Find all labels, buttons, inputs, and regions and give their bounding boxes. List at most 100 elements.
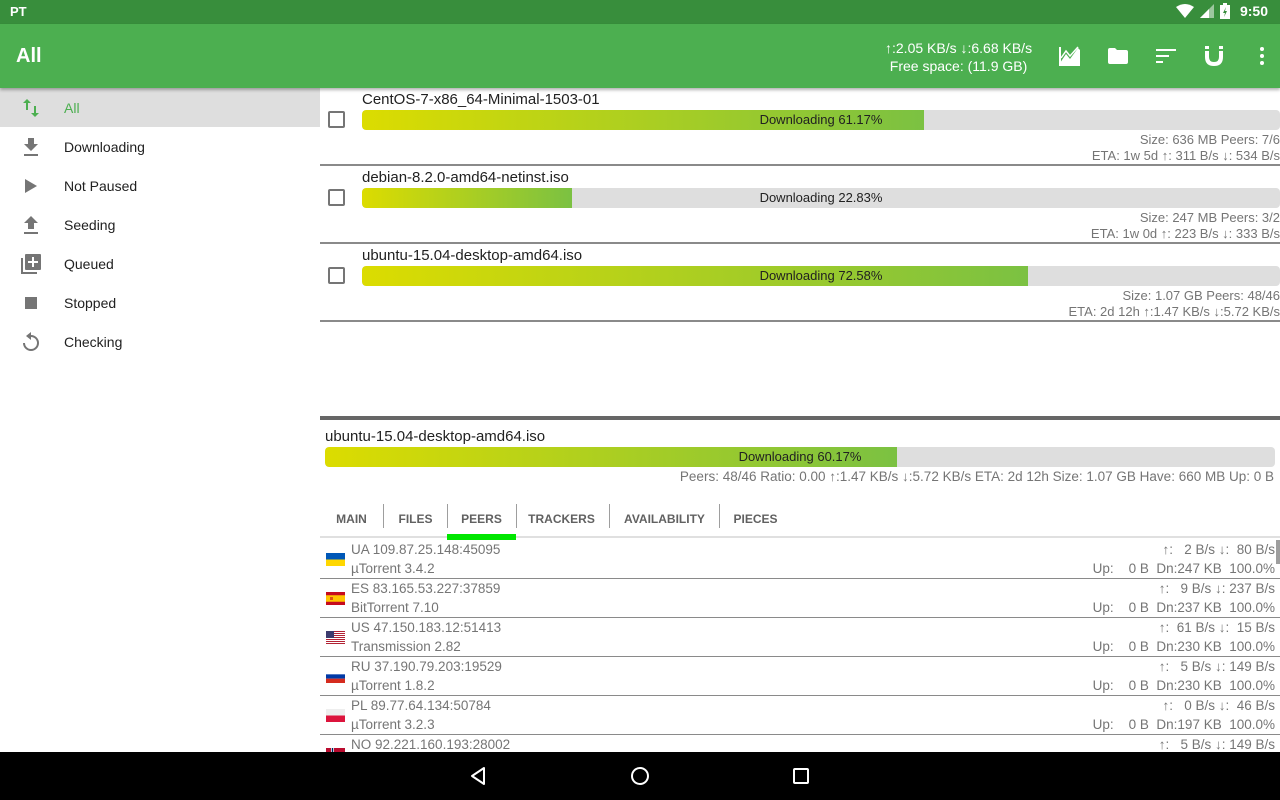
tab-peers[interactable]: PEERS [447, 500, 516, 540]
peer-address: RU 37.190.79.203:19529 [351, 659, 502, 674]
sidebar-item-label: Queued [64, 255, 114, 272]
flag-ru-icon [326, 670, 345, 683]
tab-trackers[interactable]: TRACKERS [517, 500, 606, 538]
detail-stats: Peers: 48/46 Ratio: 0.00 ↑:1.47 KB/s ↓:5… [679, 469, 1274, 484]
app-bar: All ↑:2.05 KB/s ↓:6.68 KB/s Free space: … [0, 24, 1280, 88]
peer-address: UA 109.87.25.148:45095 [351, 542, 501, 557]
add-magnet-button[interactable] [1190, 44, 1238, 68]
torrent-eta-speeds: ETA: 1w 5d ↑: 311 B/s ↓: 534 B/s [1091, 148, 1280, 163]
clock: 9:50 [1239, 3, 1268, 19]
flag-es-icon [326, 592, 345, 605]
magnet-icon [1205, 46, 1223, 66]
chart-icon [1059, 46, 1080, 66]
torrent-meta: Size: 247 MB Peers: 3/2 ETA: 1w 0d ↑: 22… [1091, 210, 1280, 242]
tab-files[interactable]: FILES [384, 500, 447, 538]
peer-row[interactable]: PL 89.77.64.134:50784 µTorrent 3.2.3 ↑: … [320, 696, 1280, 735]
torrent-size-peers: Size: 1.07 GB Peers: 48/46 [1122, 288, 1280, 303]
peer-speed: ↑: 0 B/s ↓: 46 B/s [1162, 698, 1275, 713]
peer-address: US 47.150.183.12:51413 [351, 620, 502, 635]
stop-icon [25, 296, 37, 309]
torrent-name: ubuntu-15.04-desktop-amd64.iso [362, 247, 583, 264]
wifi-icon [1175, 4, 1194, 18]
peer-speed: ↑: 2 B/s ↓: 80 B/s [1162, 542, 1275, 557]
sidebar-item-seeding[interactable]: Seeding [0, 205, 320, 244]
statistics-button[interactable] [1046, 44, 1094, 68]
open-folder-button[interactable] [1094, 44, 1142, 68]
page-title: All [16, 45, 42, 67]
sort-button[interactable] [1142, 44, 1190, 68]
torrent-eta-speeds: ETA: 1w 0d ↑: 223 B/s ↓: 333 B/s [1090, 226, 1280, 241]
peer-client: µTorrent 1.8.2 [351, 678, 435, 693]
torrent-item[interactable]: ubuntu-15.04-desktop-amd64.iso Downloadi… [320, 244, 1280, 322]
tab-pieces[interactable]: PIECES [720, 500, 791, 538]
peer-row[interactable]: ES 83.165.53.227:37859 BitTorrent 7.10 ↑… [320, 579, 1280, 618]
upload-icon [24, 215, 38, 234]
status-bar: PT 9:50 [0, 0, 1280, 24]
flag-pl-icon [326, 709, 345, 722]
peer-address: NO 92.221.160.193:28002 [351, 737, 511, 752]
peer-client: Transmission 2.82 [351, 639, 461, 654]
peer-row[interactable]: UA 109.87.25.148:45095 µTorrent 3.4.2 ↑:… [320, 540, 1280, 579]
peer-list: UA 109.87.25.148:45095 µTorrent 3.4.2 ↑:… [320, 540, 1280, 752]
peer-speed: ↑: 5 B/s ↓: 149 B/s [1158, 737, 1275, 752]
torrent-progress-bar: Downloading 61.17% [362, 110, 1280, 130]
progress-label: Downloading 72.58% [759, 268, 883, 283]
folder-icon [1108, 48, 1128, 64]
torrent-list: CentOS-7-x86_64-Minimal-1503-01 Download… [320, 88, 1280, 416]
sidebar-item-label: Seeding [64, 216, 116, 233]
sidebar-item-queued[interactable]: Queued [0, 244, 320, 283]
sidebar-item-label: Stopped [64, 294, 117, 311]
sidebar-item-label: All [64, 99, 80, 116]
peer-client: BitTorrent 7.10 [351, 600, 439, 615]
free-space: Free space: (11.9 GB) [889, 58, 1028, 74]
battery-charging-icon [1219, 3, 1230, 19]
peer-transfer: Up: 0 B Dn:197 KB 100.0% [1092, 717, 1275, 732]
torrent-checkbox[interactable] [328, 111, 345, 128]
home-icon[interactable] [628, 764, 652, 788]
sort-icon [1156, 49, 1176, 63]
peer-row[interactable]: US 47.150.183.12:51413 Transmission 2.82… [320, 618, 1280, 657]
sidebar-item-stopped[interactable]: Stopped [0, 283, 320, 322]
peer-speed: ↑: 9 B/s ↓: 237 B/s [1158, 581, 1275, 596]
peer-transfer: Up: 0 B Dn:237 KB 100.0% [1092, 600, 1275, 615]
peer-row[interactable]: NO 92.221.160.193:28002 ↑: 5 B/s ↓: 149 … [320, 735, 1280, 752]
detail-progress-bar: Downloading 60.17% [325, 447, 1275, 467]
sidebar-item-all[interactable]: All [0, 88, 320, 127]
signal-icon [1199, 4, 1214, 18]
tab-availability[interactable]: AVAILABILITY [610, 500, 719, 538]
progress-label: Downloading 60.17% [738, 449, 862, 464]
peer-client: µTorrent 3.4.2 [351, 561, 435, 576]
peer-transfer: Up: 0 B Dn:230 KB 100.0% [1092, 639, 1275, 654]
torrent-size-peers: Size: 247 MB Peers: 3/2 [1139, 210, 1280, 225]
torrent-size-peers: Size: 636 MB Peers: 7/6 [1139, 132, 1280, 147]
peer-speed: ↑: 61 B/s ↓: 15 B/s [1158, 620, 1275, 635]
overflow-menu-button[interactable] [1238, 44, 1280, 68]
detail-torrent-name: ubuntu-15.04-desktop-amd64.iso [325, 428, 546, 445]
torrent-checkbox[interactable] [328, 267, 345, 284]
torrent-item[interactable]: debian-8.2.0-amd64-netinst.iso Downloadi… [320, 166, 1280, 244]
refresh-icon [23, 331, 39, 351]
sidebar-item-not-paused[interactable]: Not Paused [0, 166, 320, 205]
sidebar-item-downloading[interactable]: Downloading [0, 127, 320, 166]
recents-icon[interactable] [789, 764, 813, 788]
peer-address: ES 83.165.53.227:37859 [351, 581, 501, 596]
queue-add-icon [21, 253, 41, 274]
sidebar-item-label: Not Paused [64, 177, 138, 194]
back-icon[interactable] [466, 764, 490, 788]
torrent-progress-bar: Downloading 22.83% [362, 188, 1280, 208]
system-nav-bar [0, 752, 1280, 800]
swap-vert-icon [23, 98, 39, 117]
split-divider[interactable] [320, 416, 1280, 420]
peer-row[interactable]: RU 37.190.79.203:19529 µTorrent 1.8.2 ↑:… [320, 657, 1280, 696]
tab-main[interactable]: MAIN [320, 500, 383, 538]
carrier-label: PT [10, 4, 27, 19]
peer-client: µTorrent 3.2.3 [351, 717, 435, 732]
torrent-checkbox[interactable] [328, 189, 345, 206]
flag-ua-icon [326, 553, 345, 566]
torrent-item[interactable]: CentOS-7-x86_64-Minimal-1503-01 Download… [320, 88, 1280, 166]
play-icon [25, 178, 37, 193]
progress-label: Downloading 22.83% [759, 190, 883, 205]
sidebar-item-checking[interactable]: Checking [0, 322, 320, 361]
global-speeds: ↑:2.05 KB/s ↓:6.68 KB/s [885, 40, 1033, 56]
peer-list-scrollbar[interactable] [1276, 540, 1280, 564]
